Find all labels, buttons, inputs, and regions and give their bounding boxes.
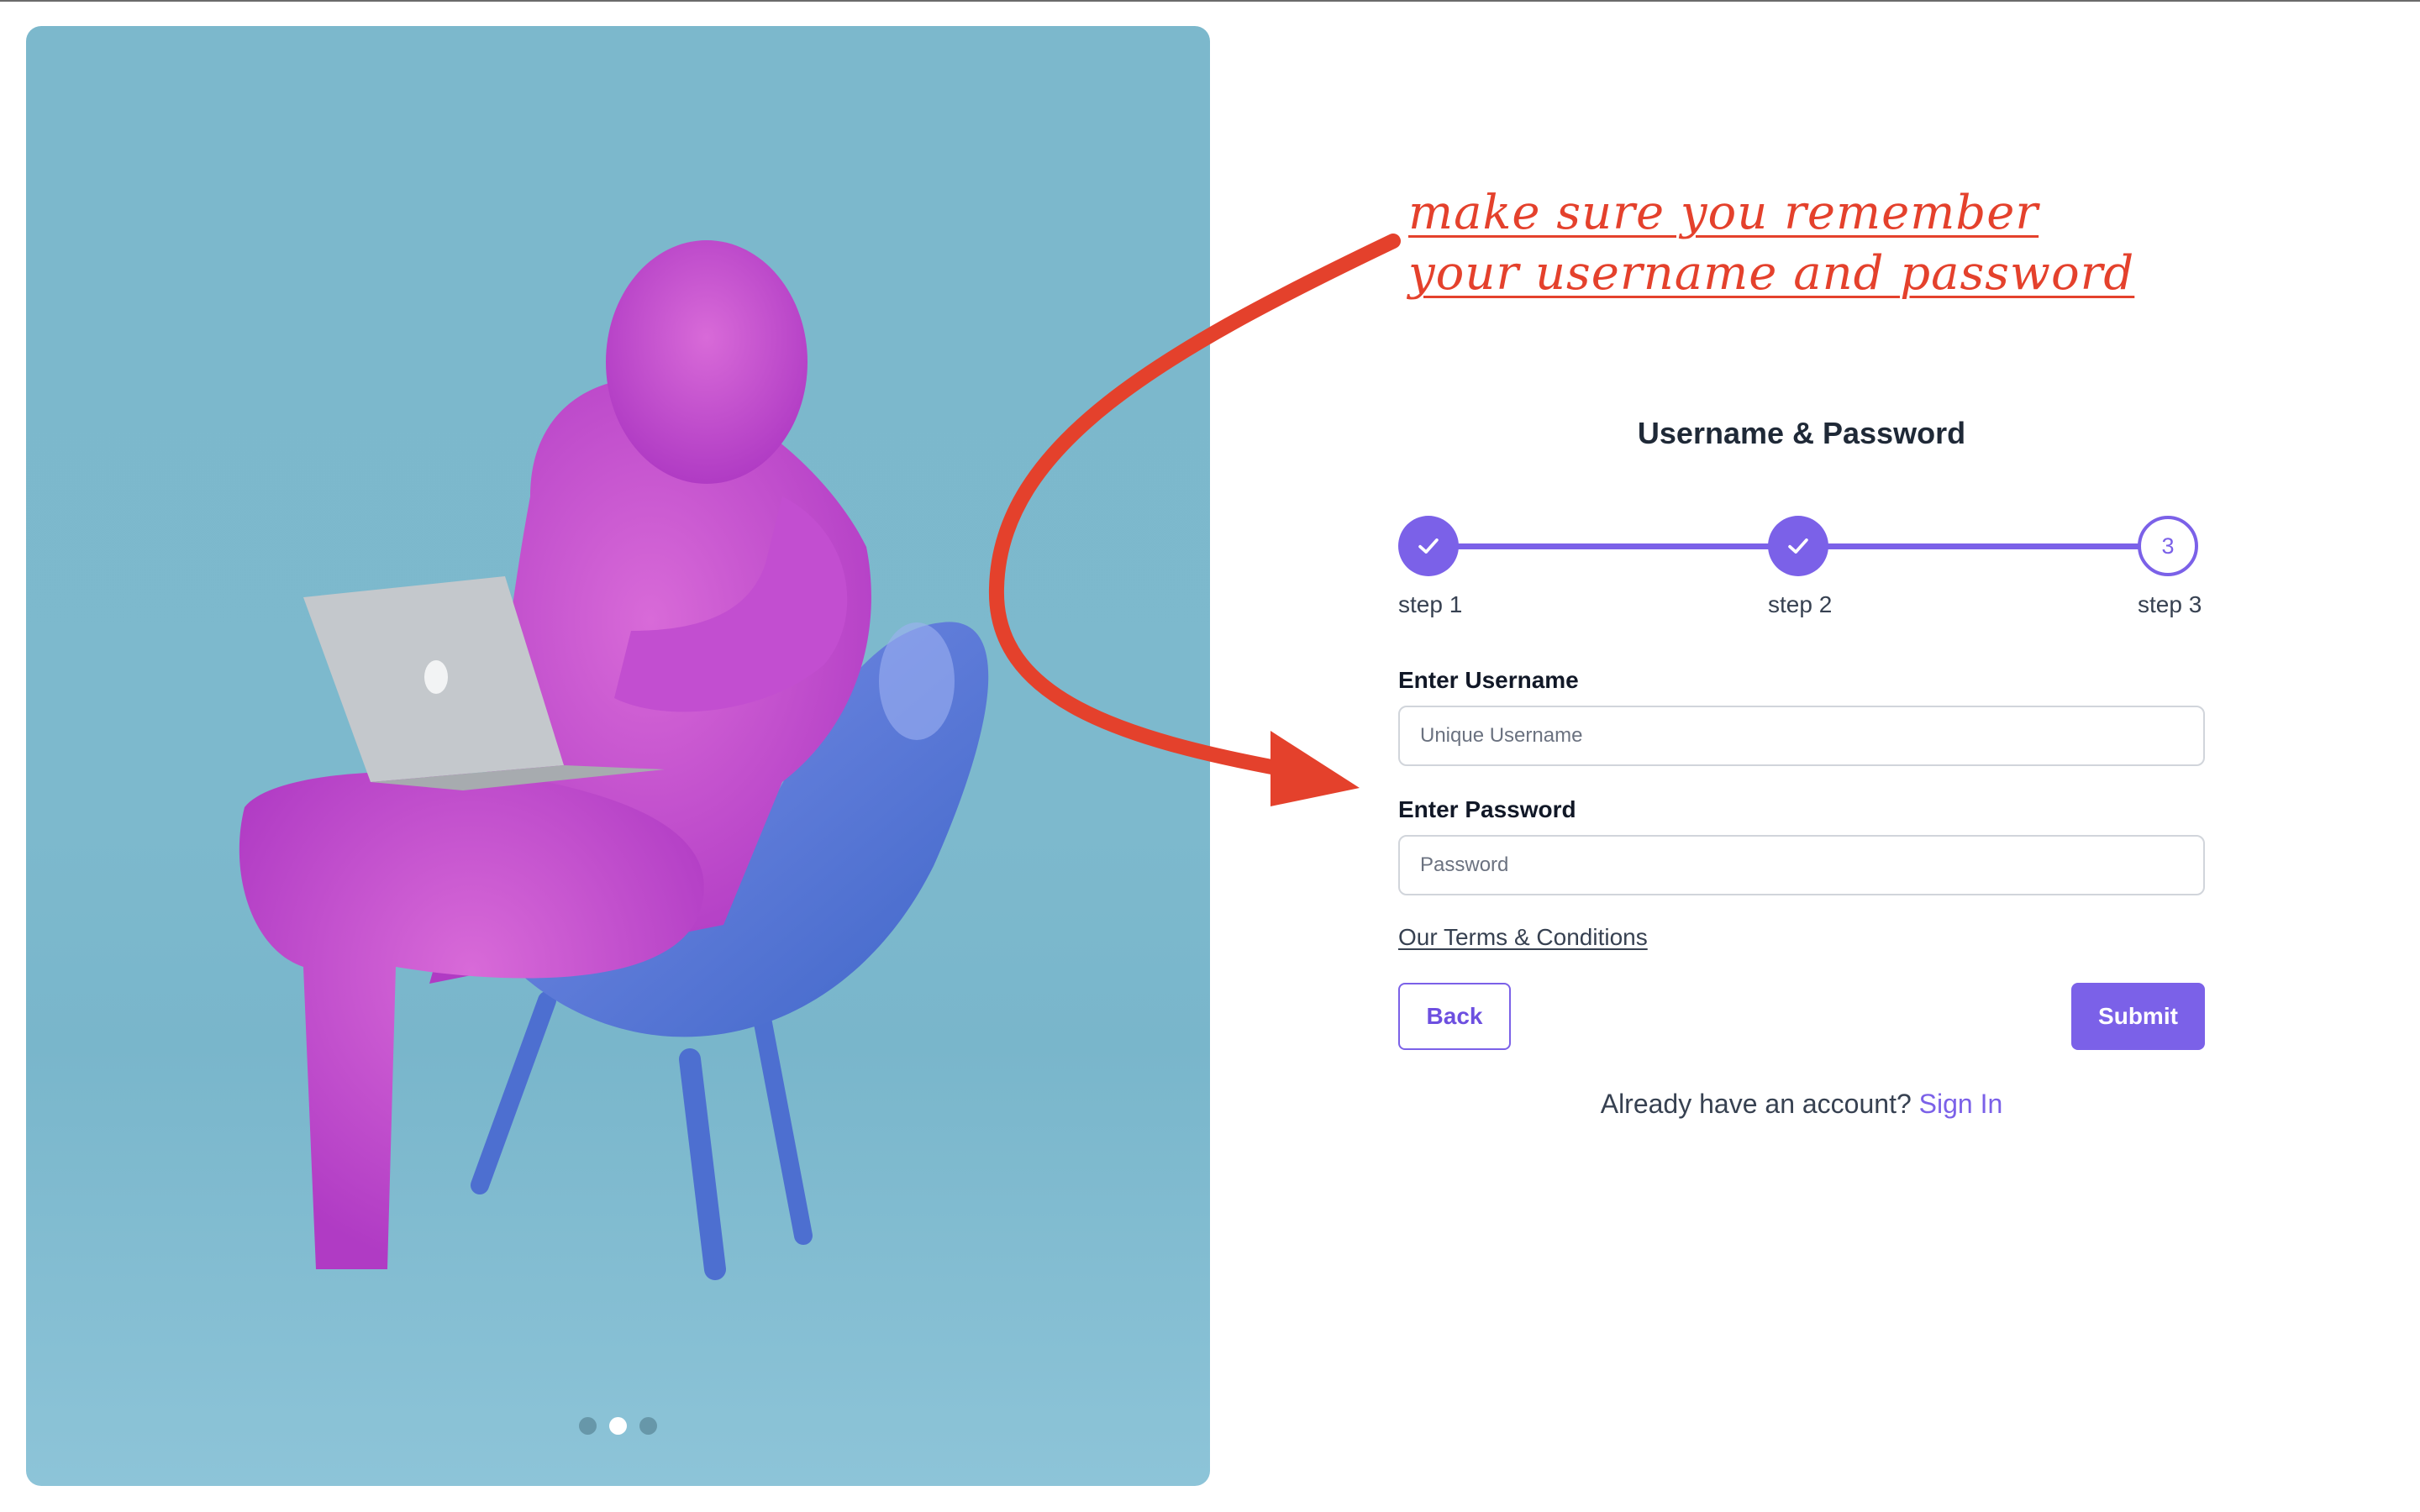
carousel-dot-2[interactable] (609, 1417, 627, 1435)
carousel-dot-1[interactable] (579, 1417, 597, 1435)
hero-illustration (239, 240, 989, 1280)
password-input[interactable] (1398, 835, 2205, 895)
signin-link[interactable]: Sign In (1919, 1089, 2003, 1119)
step-progress: 3 step 1 step 2 step 3 (1398, 516, 2205, 625)
terms-conditions-link[interactable]: Our Terms & Conditions (1398, 924, 1648, 951)
step-2-indicator (1768, 516, 1828, 576)
step-connector-1 (1428, 543, 1798, 549)
submit-button[interactable]: Submit (2071, 983, 2205, 1050)
step-3-number: 3 (2161, 533, 2175, 559)
back-button[interactable]: Back (1398, 983, 1511, 1050)
username-label: Enter Username (1398, 667, 1579, 693)
step-3-label: step 3 (2138, 591, 2202, 617)
form-title: Username & Password (1637, 416, 1966, 450)
window-top-border (0, 0, 2420, 2)
carousel-dot-3[interactable] (639, 1417, 657, 1435)
check-icon (1418, 538, 1439, 554)
check-icon (1788, 538, 1808, 554)
step-2-label: step 2 (1768, 591, 1833, 617)
step-connector-2 (1798, 543, 2168, 549)
step-1-label: step 1 (1398, 591, 1463, 617)
carousel-indicator (26, 1417, 1210, 1435)
signin-prompt-row: Already have an account? Sign In (1398, 1089, 2205, 1120)
username-input[interactable] (1398, 706, 2205, 766)
password-label: Enter Password (1398, 796, 1576, 822)
step-3-indicator: 3 (2138, 516, 2198, 576)
handwritten-annotation: make sure you remember your username and… (1408, 186, 2135, 301)
step-1-indicator (1398, 516, 1459, 576)
hero-illustration-panel (26, 26, 1210, 1486)
signin-prompt-text: Already have an account? (1600, 1089, 1912, 1119)
